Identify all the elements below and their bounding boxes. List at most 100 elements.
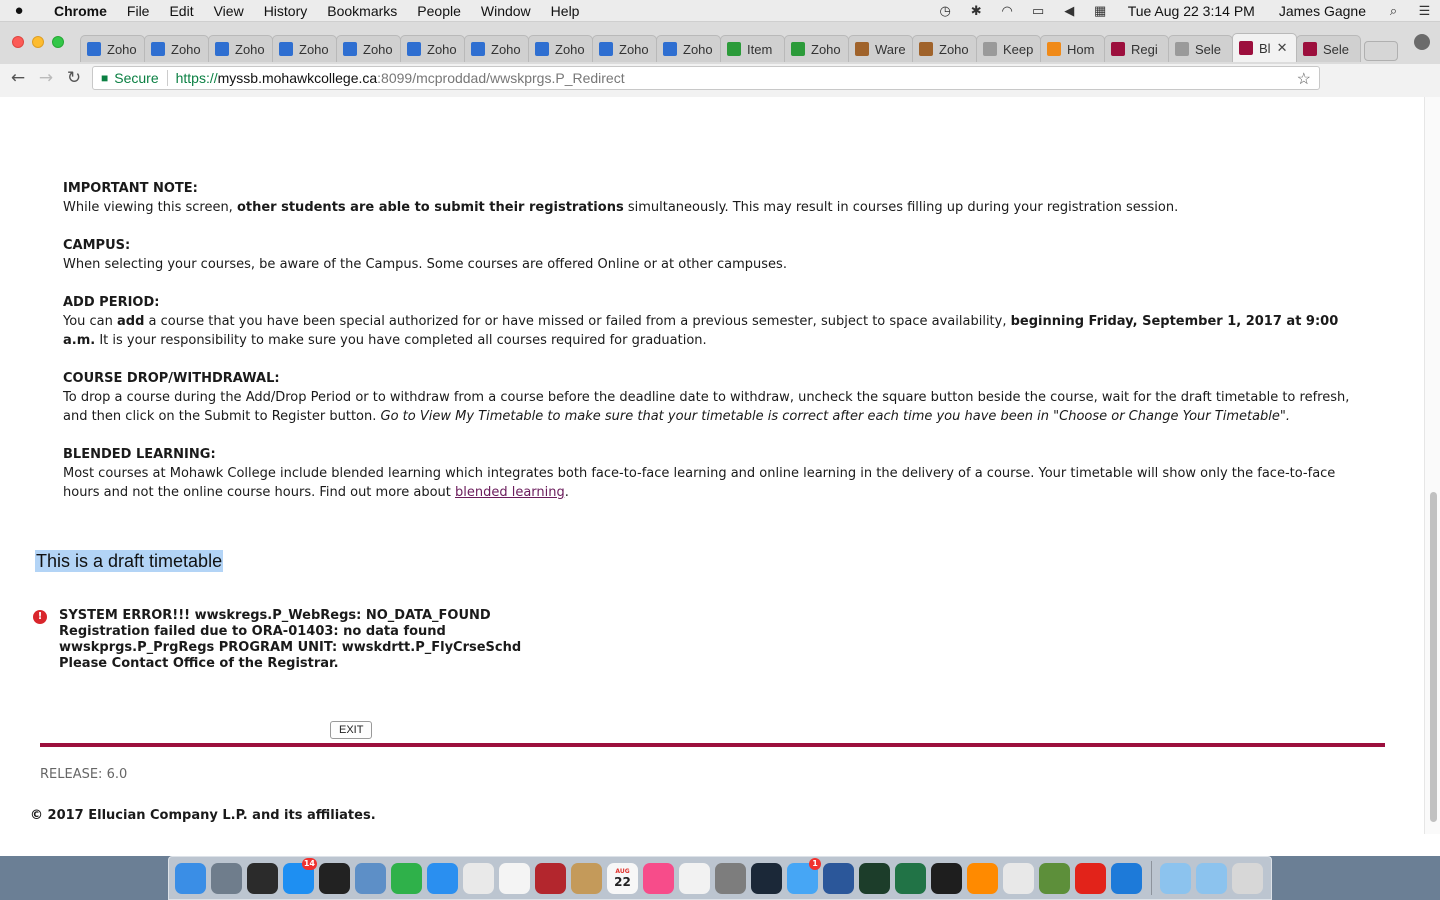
browser-tab[interactable]: Hom [1040, 35, 1105, 62]
menu-bookmarks[interactable]: Bookmarks [317, 3, 407, 19]
volume-icon[interactable]: ◀ [1054, 3, 1085, 19]
browser-tab[interactable]: Zoho [464, 35, 529, 62]
tab-label: Zoho [939, 41, 969, 57]
browser-tab[interactable]: Zoho [592, 35, 657, 62]
zoho-icon [407, 42, 421, 56]
new-tab-button[interactable] [1364, 41, 1398, 61]
safari-icon[interactable] [427, 862, 458, 894]
browser-tab[interactable]: Zoho [336, 35, 401, 62]
browser-tab[interactable]: Zoho [144, 35, 209, 62]
tab-label: Item [747, 41, 773, 57]
launchpad-icon[interactable] [211, 862, 242, 894]
menu-history[interactable]: History [254, 3, 318, 19]
menu-view[interactable]: View [204, 3, 254, 19]
browser-tab[interactable]: Keep [976, 35, 1041, 62]
error-line: wwskprgs.P_PrgRegs PROGRAM UNIT: wwskdrt… [59, 640, 522, 655]
dashboard-icon[interactable] [319, 862, 350, 894]
calendar-menu-icon[interactable]: ▦ [1085, 3, 1116, 19]
back-arrow-icon[interactable]: ← [4, 68, 32, 88]
menu-file[interactable]: File [117, 3, 160, 19]
itunes-icon[interactable] [643, 862, 674, 894]
menu-people[interactable]: People [407, 3, 471, 19]
launchpad-grid-icon[interactable] [463, 862, 494, 894]
reload-icon[interactable]: ↻ [60, 68, 88, 88]
photo-booth-icon[interactable] [535, 862, 566, 894]
campus-note: CAMPUS: When selecting your courses, be … [63, 236, 1363, 274]
browser-tab[interactable]: Zoho [208, 35, 273, 62]
calendar-icon[interactable]: AUG 22 [607, 862, 638, 894]
trash-icon[interactable] [1232, 862, 1263, 894]
tab-label: Zoho [363, 41, 393, 57]
wifi-icon[interactable]: ◠ [992, 3, 1023, 19]
terminal-graph-icon[interactable] [859, 862, 890, 894]
menu-clock[interactable]: Tue Aug 22 3:14 PM [1116, 3, 1267, 19]
time-machine-icon[interactable]: ◷ [930, 3, 961, 19]
menu-help[interactable]: Help [541, 3, 590, 19]
bluetooth-icon[interactable]: ✱ [961, 3, 992, 19]
chrome-profile-icon[interactable] [1414, 34, 1430, 50]
menu-app-name[interactable]: Chrome [38, 3, 117, 19]
dock-badge: 14 [301, 857, 317, 870]
browser-tab[interactable]: Zoho [912, 35, 977, 62]
zoho-icon [535, 42, 549, 56]
page-scrollbar[interactable] [1424, 97, 1440, 834]
spotlight-search-icon[interactable]: ⌕ [1378, 3, 1409, 19]
dock-separator [1151, 861, 1152, 895]
browser-tab[interactable]: Zoho [784, 35, 849, 62]
warehouse-icon [855, 42, 869, 56]
roblox-icon[interactable] [1075, 862, 1106, 894]
zoho-icon [599, 42, 613, 56]
browser-tab[interactable]: Sele [1296, 35, 1361, 62]
blended-learning-note: BLENDED LEARNING: Most courses at Mohawk… [63, 445, 1363, 502]
sublime-text-icon[interactable] [967, 862, 998, 894]
notification-center-icon[interactable]: ☰ [1409, 3, 1440, 19]
browser-tab[interactable]: Ware [848, 35, 913, 62]
window-minimize-icon[interactable] [32, 36, 44, 48]
chrome-icon[interactable] [1003, 862, 1034, 894]
scrollbar-thumb[interactable] [1430, 492, 1437, 822]
browser-tab[interactable]: Zoho [80, 35, 145, 62]
url-scheme: https:// [175, 70, 218, 86]
downloads-folder-icon[interactable] [1160, 862, 1191, 894]
system-preferences-icon[interactable] [715, 862, 746, 894]
address-bar[interactable]: ■ Secure https:// myssb.mohawkcollege.ca… [92, 66, 1320, 90]
menu-window[interactable]: Window [471, 3, 541, 19]
tab-close-icon[interactable]: ✕ [1277, 40, 1288, 56]
word-icon[interactable] [823, 862, 854, 894]
facetime-icon[interactable] [391, 862, 422, 894]
browser-tab[interactable]: Bl ✕ [1232, 33, 1297, 62]
reminders-icon[interactable] [499, 862, 530, 894]
blended-learning-link[interactable]: blended learning [455, 485, 565, 500]
browser-tab[interactable]: Zoho [528, 35, 593, 62]
excel-icon[interactable] [895, 862, 926, 894]
applications-folder-icon[interactable] [1196, 862, 1227, 894]
photos-icon[interactable] [679, 862, 710, 894]
browser-tab[interactable]: Item [720, 35, 785, 62]
mohawk-icon [1239, 41, 1253, 55]
window-maximize-icon[interactable] [52, 36, 64, 48]
bookmark-star-icon[interactable]: ☆ [1297, 69, 1311, 89]
preview-icon[interactable] [355, 862, 386, 894]
finder-icon[interactable] [175, 862, 206, 894]
menu-user[interactable]: James Gagne [1267, 3, 1378, 19]
steam-icon[interactable] [751, 862, 782, 894]
browser-tab[interactable]: Zoho [272, 35, 337, 62]
browser-tab[interactable]: Zoho [656, 35, 721, 62]
window-close-icon[interactable] [12, 36, 24, 48]
activity-monitor-icon[interactable] [247, 862, 278, 894]
xcode-icon[interactable] [1111, 862, 1142, 894]
messages-icon[interactable]: 1 [787, 857, 821, 894]
add-period-note: ADD PERIOD: You can add a course that yo… [63, 293, 1363, 350]
terminal-icon[interactable] [931, 862, 962, 894]
app-store-icon[interactable]: 14 [283, 857, 317, 894]
browser-tab[interactable]: Regi [1104, 35, 1169, 62]
browser-tab[interactable]: Sele [1168, 35, 1233, 62]
browser-tab[interactable]: Zoho [400, 35, 465, 62]
apple-menu-icon[interactable]: ● [0, 2, 38, 19]
minecraft-icon[interactable] [1039, 862, 1070, 894]
forward-arrow-icon[interactable]: → [32, 68, 60, 88]
contacts-icon[interactable] [571, 862, 602, 894]
battery-icon[interactable]: ▭ [1023, 3, 1054, 19]
exit-button[interactable]: EXIT [330, 721, 373, 739]
menu-edit[interactable]: Edit [159, 3, 203, 19]
